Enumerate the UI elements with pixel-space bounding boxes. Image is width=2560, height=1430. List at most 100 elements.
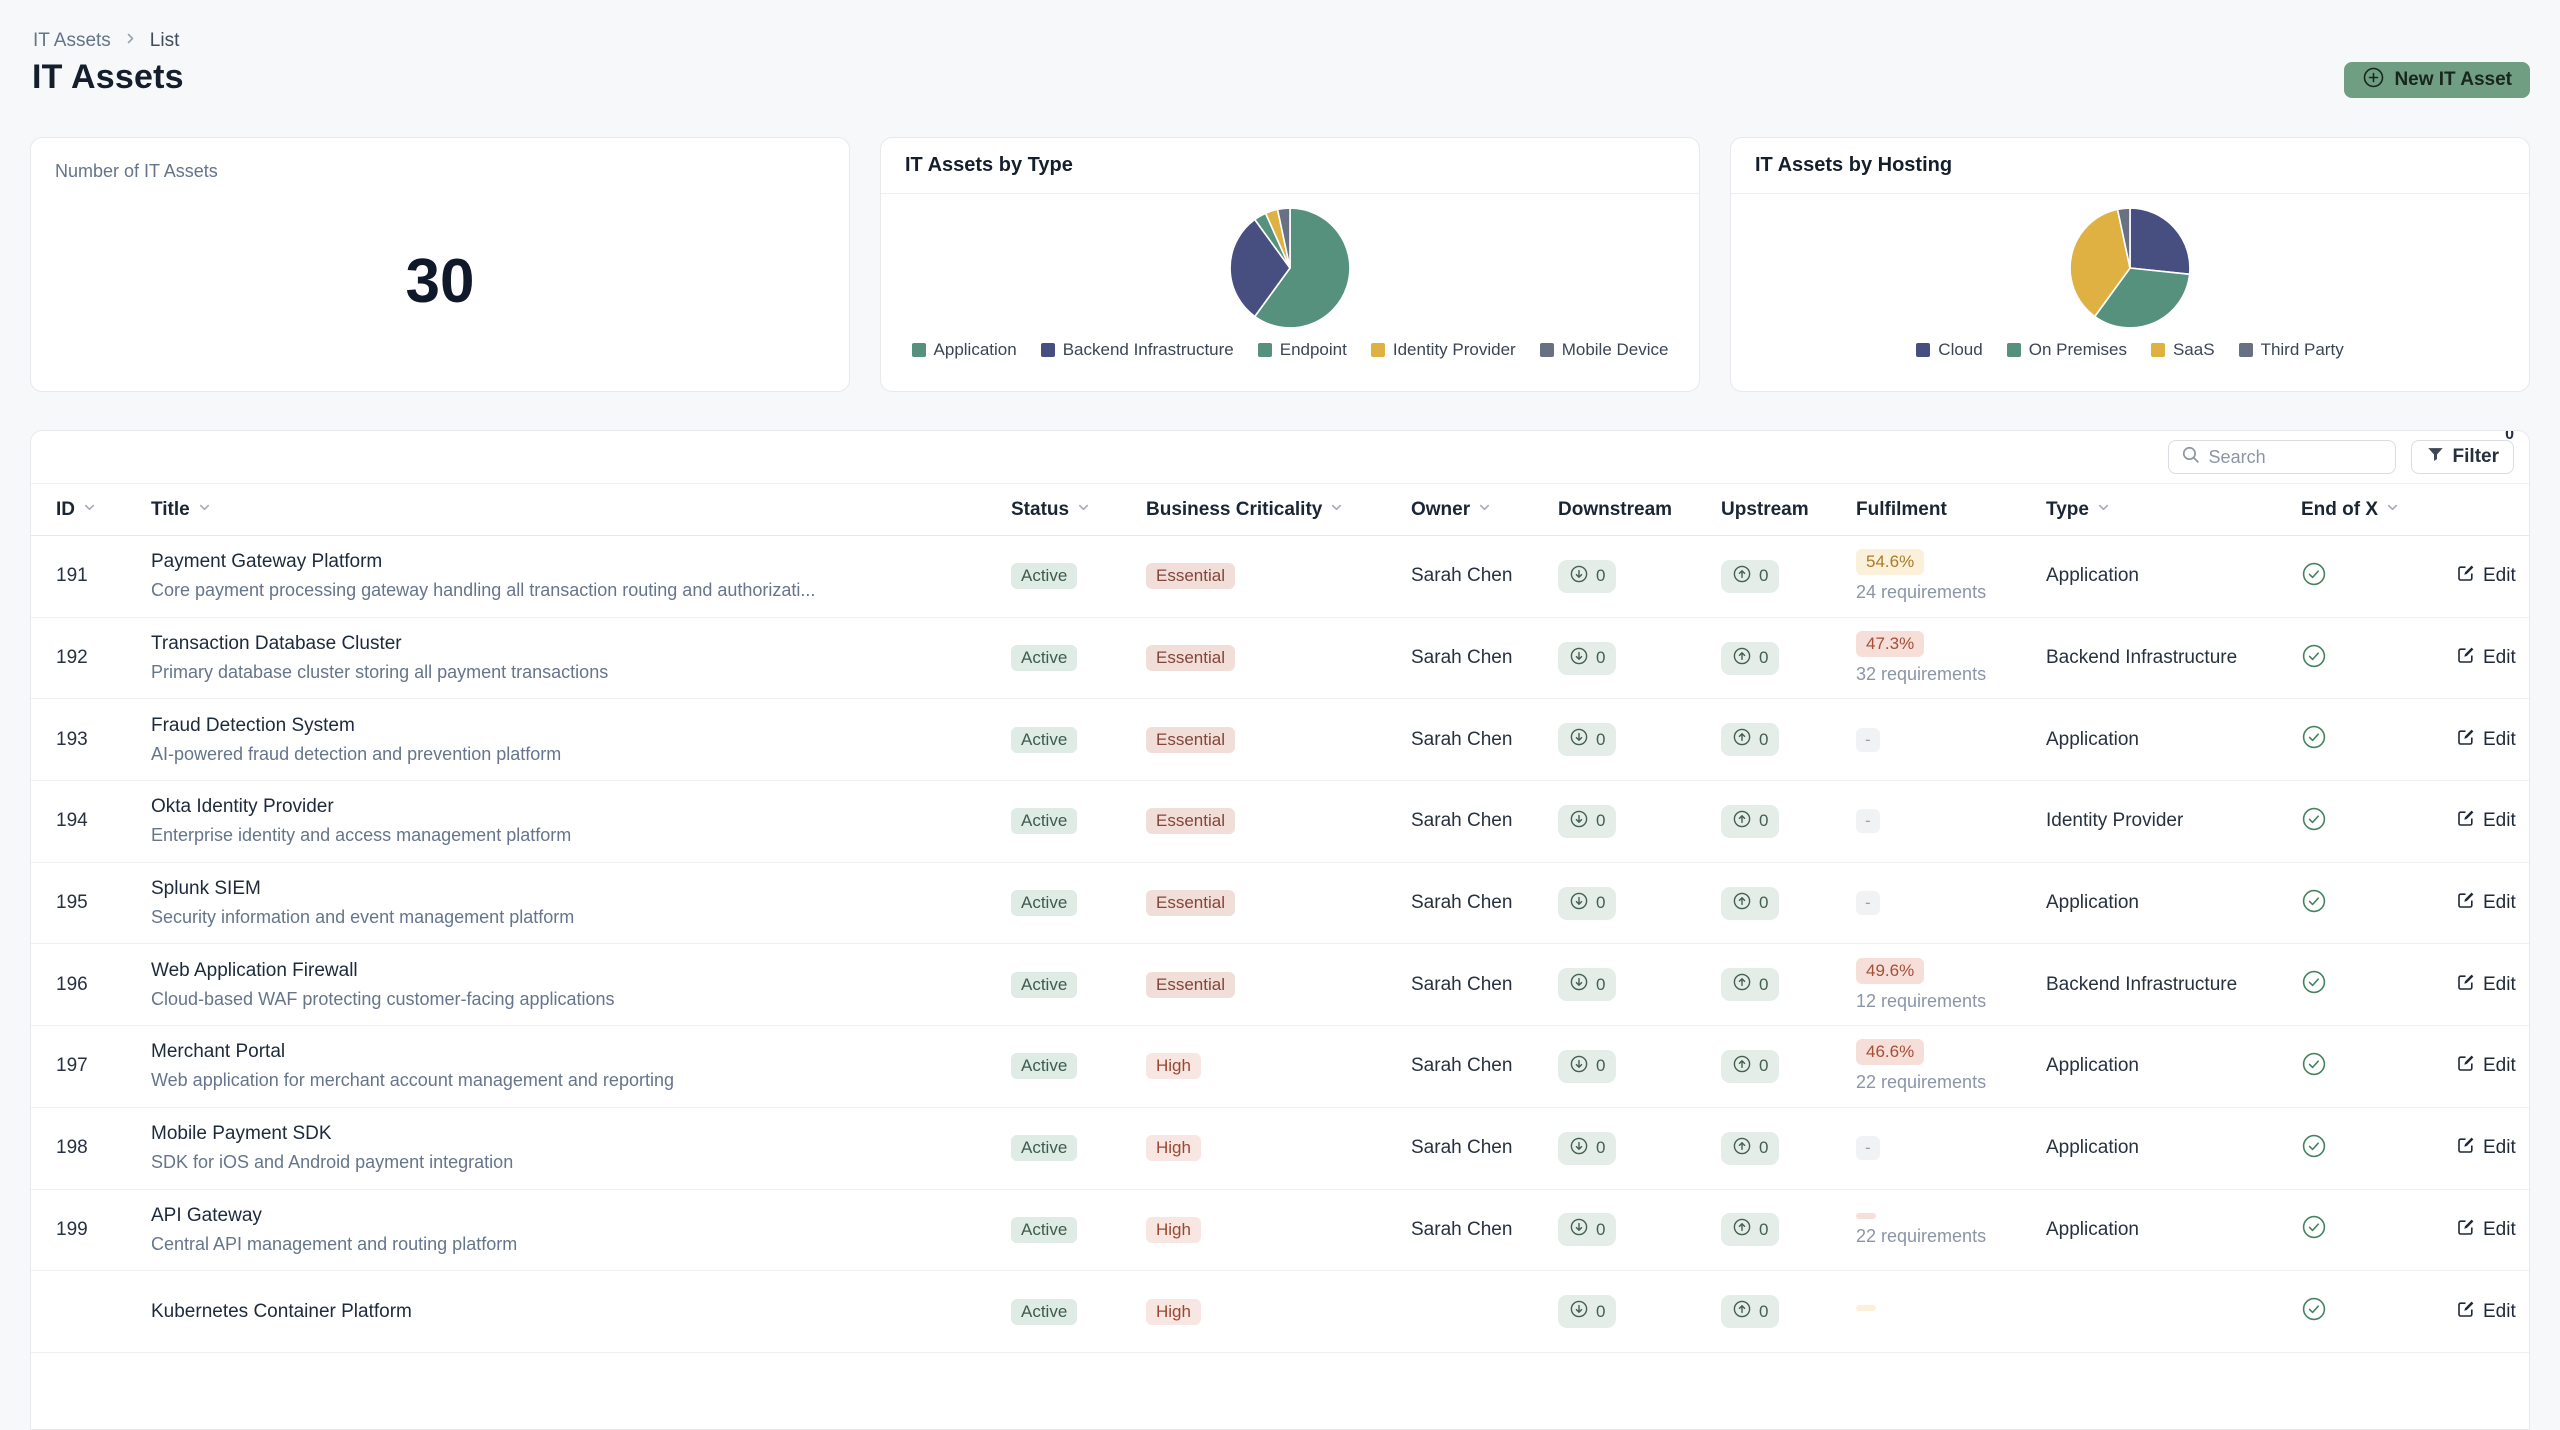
table-row[interactable]: 198 Mobile Payment SDK SDK for iOS and A… <box>31 1108 2529 1190</box>
edit-button[interactable]: Edit <box>2456 1299 2516 1325</box>
table-row[interactable]: 192 Transaction Database Cluster Primary… <box>31 618 2529 700</box>
asset-description: Primary database cluster storing all pay… <box>151 662 608 683</box>
column-header-title[interactable]: Title <box>151 499 1011 521</box>
arrow-up-circle-icon <box>1732 1136 1752 1161</box>
edit-button[interactable]: Edit <box>2456 1053 2516 1079</box>
criticality-badge: Essential <box>1146 890 1235 916</box>
edit-button[interactable]: Edit <box>2456 645 2516 671</box>
card-count-label: Number of IT Assets <box>55 161 218 182</box>
legend-swatch <box>1371 343 1385 357</box>
check-circle-icon <box>2301 1051 2327 1082</box>
table-row[interactable]: 196 Web Application Firewall Cloud-based… <box>31 944 2529 1026</box>
legend-item-backend-infrastructure: Backend Infrastructure <box>1041 340 1234 360</box>
criticality-badge: Essential <box>1146 727 1235 753</box>
downstream-badge: 0 <box>1558 1132 1616 1165</box>
end-of-x-cell <box>2301 1133 2456 1164</box>
table-row[interactable]: 199 API Gateway Central API management a… <box>31 1190 2529 1272</box>
column-label: ID <box>56 499 75 521</box>
fulfilment-empty: - <box>1856 891 1880 915</box>
table-row[interactable]: Kubernetes Container Platform Active Hig… <box>31 1271 2529 1353</box>
edit-label: Edit <box>2483 1137 2516 1159</box>
column-header-end-of-x[interactable]: End of X <box>2301 499 2456 521</box>
card-number-of-it-assets: Number of IT Assets 30 <box>30 137 850 392</box>
legend-swatch <box>2151 343 2165 357</box>
new-it-asset-button[interactable]: New IT Asset <box>2344 62 2530 98</box>
end-of-x-cell <box>2301 561 2456 592</box>
fulfilment-percent-badge <box>1856 1305 1876 1311</box>
legend-item-saas: SaaS <box>2151 340 2215 360</box>
legend-swatch <box>1540 343 1554 357</box>
type-pie-legend: ApplicationBackend InfrastructureEndpoin… <box>912 340 1669 360</box>
search-box[interactable] <box>2168 440 2396 474</box>
fulfilment-requirements: 22 requirements <box>1856 1072 1986 1093</box>
column-header-type[interactable]: Type <box>2046 499 2301 521</box>
status-badge: Active <box>1011 1053 1077 1079</box>
upstream-badge: 0 <box>1721 887 1779 920</box>
end-of-x-cell <box>2301 806 2456 837</box>
fulfilment-requirements: 12 requirements <box>1856 991 1986 1012</box>
edit-button[interactable]: Edit <box>2456 727 2516 753</box>
asset-title[interactable]: Mobile Payment SDK <box>151 1123 332 1145</box>
asset-title[interactable]: Merchant Portal <box>151 1041 285 1063</box>
asset-title[interactable]: API Gateway <box>151 1205 262 1227</box>
breadcrumb-it-assets[interactable]: IT Assets <box>33 30 111 52</box>
fulfilment-percent-badge <box>1856 1213 1876 1219</box>
edit-label: Edit <box>2483 647 2516 669</box>
filter-button[interactable]: 0 Filter <box>2411 440 2514 474</box>
legend-label: Mobile Device <box>1562 340 1669 360</box>
arrow-up-circle-icon <box>1732 1054 1752 1079</box>
legend-item-application: Application <box>912 340 1017 360</box>
asset-description: Enterprise identity and access managemen… <box>151 825 571 846</box>
edit-button[interactable]: Edit <box>2456 1135 2516 1161</box>
legend-item-mobile-device: Mobile Device <box>1540 340 1669 360</box>
asset-title[interactable]: Kubernetes Container Platform <box>151 1301 412 1323</box>
breadcrumb-list[interactable]: List <box>150 30 180 52</box>
status-badge: Active <box>1011 972 1077 998</box>
asset-title[interactable]: Okta Identity Provider <box>151 796 334 818</box>
column-label: Status <box>1011 499 1069 521</box>
asset-title[interactable]: Fraud Detection System <box>151 715 355 737</box>
asset-title[interactable]: Payment Gateway Platform <box>151 551 382 573</box>
arrow-up-circle-icon <box>1732 727 1752 752</box>
column-header-owner[interactable]: Owner <box>1411 499 1558 521</box>
table-row[interactable]: 197 Merchant Portal Web application for … <box>31 1026 2529 1108</box>
downstream-badge: 0 <box>1558 1295 1616 1328</box>
column-label: End of X <box>2301 499 2378 521</box>
edit-button[interactable]: Edit <box>2456 972 2516 998</box>
hosting-pie-legend: CloudOn PremisesSaaSThird Party <box>1916 340 2343 360</box>
edit-button[interactable]: Edit <box>2456 890 2516 916</box>
legend-swatch <box>912 343 926 357</box>
asset-title[interactable]: Web Application Firewall <box>151 960 358 982</box>
end-of-x-cell <box>2301 643 2456 674</box>
table-row[interactable]: 195 Splunk SIEM Security information and… <box>31 863 2529 945</box>
arrow-down-circle-icon <box>1569 564 1589 589</box>
table-row[interactable]: 191 Payment Gateway Platform Core paymen… <box>31 536 2529 618</box>
edit-label: Edit <box>2483 565 2516 587</box>
downstream-count: 0 <box>1596 1056 1605 1076</box>
edit-label: Edit <box>2483 1055 2516 1077</box>
column-header-id[interactable]: ID <box>31 499 151 521</box>
edit-pencil-icon <box>2456 645 2476 671</box>
asset-title[interactable]: Splunk SIEM <box>151 878 261 900</box>
upstream-badge: 0 <box>1721 805 1779 838</box>
column-header-status[interactable]: Status <box>1011 499 1146 521</box>
card-type-title: IT Assets by Type <box>881 138 1699 194</box>
table-row[interactable]: 194 Okta Identity Provider Enterprise id… <box>31 781 2529 863</box>
asset-description: AI-powered fraud detection and preventio… <box>151 744 561 765</box>
owner: Sarah Chen <box>1411 810 1558 832</box>
asset-title[interactable]: Transaction Database Cluster <box>151 633 402 655</box>
edit-button[interactable]: Edit <box>2456 1217 2516 1243</box>
legend-label: Backend Infrastructure <box>1063 340 1234 360</box>
owner: Sarah Chen <box>1411 565 1558 587</box>
downstream-count: 0 <box>1596 893 1605 913</box>
downstream-count: 0 <box>1596 811 1605 831</box>
column-header-business-criticality[interactable]: Business Criticality <box>1146 499 1411 521</box>
table-row[interactable]: 193 Fraud Detection System AI-powered fr… <box>31 699 2529 781</box>
status-badge: Active <box>1011 563 1077 589</box>
edit-button[interactable]: Edit <box>2456 563 2516 589</box>
end-of-x-cell <box>2301 969 2456 1000</box>
check-circle-icon <box>2301 561 2327 592</box>
search-input[interactable] <box>2209 447 2379 468</box>
edit-button[interactable]: Edit <box>2456 808 2516 834</box>
downstream-badge: 0 <box>1558 560 1616 593</box>
